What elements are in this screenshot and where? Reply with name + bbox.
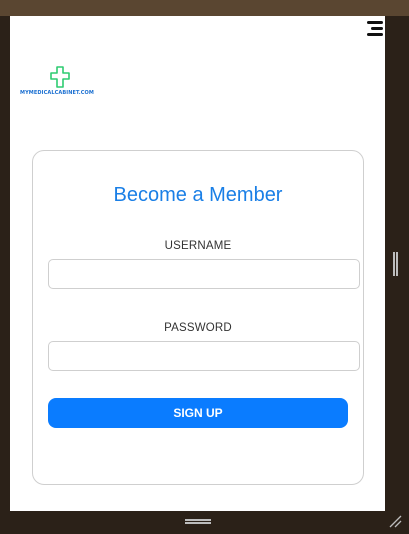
password-input[interactable] — [48, 341, 360, 371]
card-title: Become a Member — [113, 184, 283, 206]
page-viewport: MYMEDICALCABINET.COM Become a Member USE… — [10, 16, 385, 511]
site-logo[interactable]: MYMEDICALCABINET.COM — [20, 66, 102, 100]
signup-card: Become a Member USERNAME PASSWORD SIGN U… — [32, 150, 364, 485]
hamburger-menu-icon[interactable] — [365, 19, 383, 39]
username-input[interactable] — [48, 259, 360, 289]
username-label: USERNAME — [164, 240, 232, 252]
medical-cross-icon — [50, 66, 70, 88]
resize-grip-icon[interactable] — [388, 514, 402, 528]
vertical-resize-handle[interactable] — [393, 252, 398, 276]
window-left-frame — [0, 16, 10, 511]
password-label: PASSWORD — [164, 322, 232, 334]
sign-up-button[interactable]: SIGN UP — [48, 398, 348, 428]
logo-text: MYMEDICALCABINET.COM — [20, 90, 94, 96]
horizontal-resize-handle[interactable] — [185, 519, 211, 525]
window-top-frame — [0, 0, 409, 16]
